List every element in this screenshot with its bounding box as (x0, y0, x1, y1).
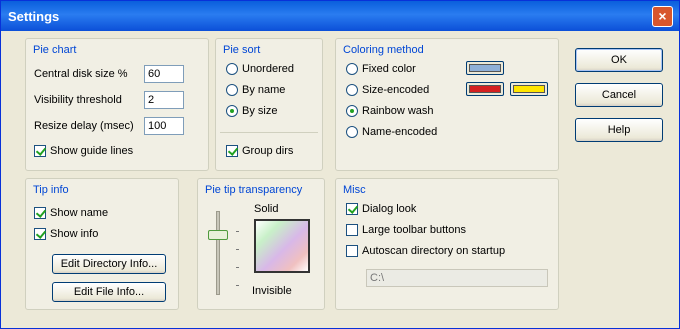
cancel-button[interactable]: Cancel (575, 83, 663, 107)
group-dirs-checkbox[interactable]: Group dirs (226, 145, 293, 157)
slider-tick (236, 267, 239, 268)
pie-tip-transparency-group: Pie tip transparency Solid Invisible (197, 178, 325, 310)
sort-unordered-label: Unordered (242, 63, 294, 75)
color-fixed-dot (346, 63, 358, 75)
misc-group: Misc Dialog look Large toolbar buttons A… (335, 178, 559, 310)
dialog-look-check (346, 203, 358, 215)
fixed-color-swatch-button[interactable] (466, 61, 504, 75)
edit-directory-info-button[interactable]: Edit Directory Info... (52, 254, 166, 274)
autoscan-path-input[interactable]: C:\ (366, 269, 548, 287)
slider-tick (236, 231, 239, 232)
transparency-preview (254, 219, 310, 273)
window-title: Settings (8, 8, 60, 24)
pie-sort-group: Pie sort Unordered By name By size Group… (215, 38, 323, 171)
help-button[interactable]: Help (575, 118, 663, 142)
solid-label: Solid (254, 203, 279, 215)
edit-file-info-button[interactable]: Edit File Info... (52, 282, 166, 302)
show-guide-lines-check (34, 145, 46, 157)
pie-sort-divider (220, 132, 318, 133)
tip-info-group: Tip info Show name Show info Edit Direct… (25, 178, 179, 310)
dialog-client-area: Pie chart Central disk size % 60 Visibil… (5, 32, 675, 324)
central-disk-size-label: Central disk size % (34, 68, 128, 80)
color-rainbow-label: Rainbow wash (362, 105, 434, 117)
show-info-checkbox[interactable]: Show info (34, 228, 98, 240)
pie-sort-group-label: Pie sort (222, 44, 262, 56)
slider-tick (236, 249, 239, 250)
show-name-checkbox[interactable]: Show name (34, 207, 108, 219)
color-size-encoded-dot (346, 84, 358, 96)
color-fixed-radio[interactable]: Fixed color (346, 63, 416, 75)
large-toolbar-buttons-label: Large toolbar buttons (362, 224, 466, 236)
dialog-look-checkbox[interactable]: Dialog look (346, 203, 416, 215)
settings-window: Settings × Pie chart Central disk size %… (0, 0, 680, 329)
show-name-check (34, 207, 46, 219)
sort-by-size-dot (226, 105, 238, 117)
size-color-low-swatch (469, 85, 501, 93)
large-toolbar-buttons-checkbox[interactable]: Large toolbar buttons (346, 224, 466, 236)
close-button[interactable]: × (652, 6, 673, 27)
invisible-label: Invisible (252, 285, 292, 297)
sort-by-name-dot (226, 84, 238, 96)
large-toolbar-buttons-check (346, 224, 358, 236)
show-guide-lines-checkbox[interactable]: Show guide lines (34, 145, 133, 157)
central-disk-size-input[interactable]: 60 (144, 65, 184, 83)
misc-group-label: Misc (342, 184, 367, 196)
slider-tick (236, 285, 239, 286)
coloring-method-group: Coloring method Fixed color Size-encoded… (335, 38, 559, 171)
show-name-label: Show name (50, 207, 109, 219)
resize-delay-label: Resize delay (msec) (34, 120, 134, 132)
visibility-threshold-input[interactable]: 2 (144, 91, 184, 109)
group-dirs-label: Group dirs (242, 145, 294, 157)
coloring-method-group-label: Coloring method (342, 44, 425, 56)
sort-by-name-label: By name (242, 84, 286, 96)
show-guide-lines-label: Show guide lines (50, 145, 134, 157)
ok-button[interactable]: OK (575, 48, 663, 72)
sort-by-size-label: By size (242, 105, 278, 117)
color-fixed-label: Fixed color (362, 63, 416, 75)
resize-delay-input[interactable]: 100 (144, 117, 184, 135)
color-rainbow-dot (346, 105, 358, 117)
autoscan-label: Autoscan directory on startup (362, 245, 506, 257)
sort-unordered-radio[interactable]: Unordered (226, 63, 294, 75)
color-name-encoded-label: Name-encoded (362, 126, 438, 138)
size-color-high-swatch (513, 85, 545, 93)
dialog-look-label: Dialog look (362, 203, 417, 215)
transparency-slider-track[interactable] (216, 211, 220, 295)
color-name-encoded-dot (346, 126, 358, 138)
sort-by-size-radio[interactable]: By size (226, 105, 277, 117)
sort-by-name-radio[interactable]: By name (226, 84, 285, 96)
color-size-encoded-label: Size-encoded (362, 84, 430, 96)
show-info-check (34, 228, 46, 240)
close-icon: × (658, 8, 667, 24)
group-dirs-check (226, 145, 238, 157)
size-color-low-swatch-button[interactable] (466, 82, 504, 96)
pie-chart-group-label: Pie chart (32, 44, 78, 56)
sort-unordered-dot (226, 63, 238, 75)
tip-info-group-label: Tip info (32, 184, 70, 196)
color-name-encoded-radio[interactable]: Name-encoded (346, 126, 437, 138)
transparency-slider-thumb[interactable] (208, 229, 228, 240)
autoscan-check (346, 245, 358, 257)
fixed-color-swatch (469, 64, 501, 72)
color-size-encoded-radio[interactable]: Size-encoded (346, 84, 429, 96)
autoscan-checkbox[interactable]: Autoscan directory on startup (346, 245, 505, 257)
visibility-threshold-label: Visibility threshold (34, 94, 122, 106)
show-info-label: Show info (50, 228, 99, 240)
size-color-high-swatch-button[interactable] (510, 82, 548, 96)
transparency-group-label: Pie tip transparency (204, 184, 304, 196)
pie-chart-group: Pie chart Central disk size % 60 Visibil… (25, 38, 209, 171)
color-rainbow-radio[interactable]: Rainbow wash (346, 105, 434, 117)
title-bar[interactable]: Settings × (1, 1, 679, 31)
